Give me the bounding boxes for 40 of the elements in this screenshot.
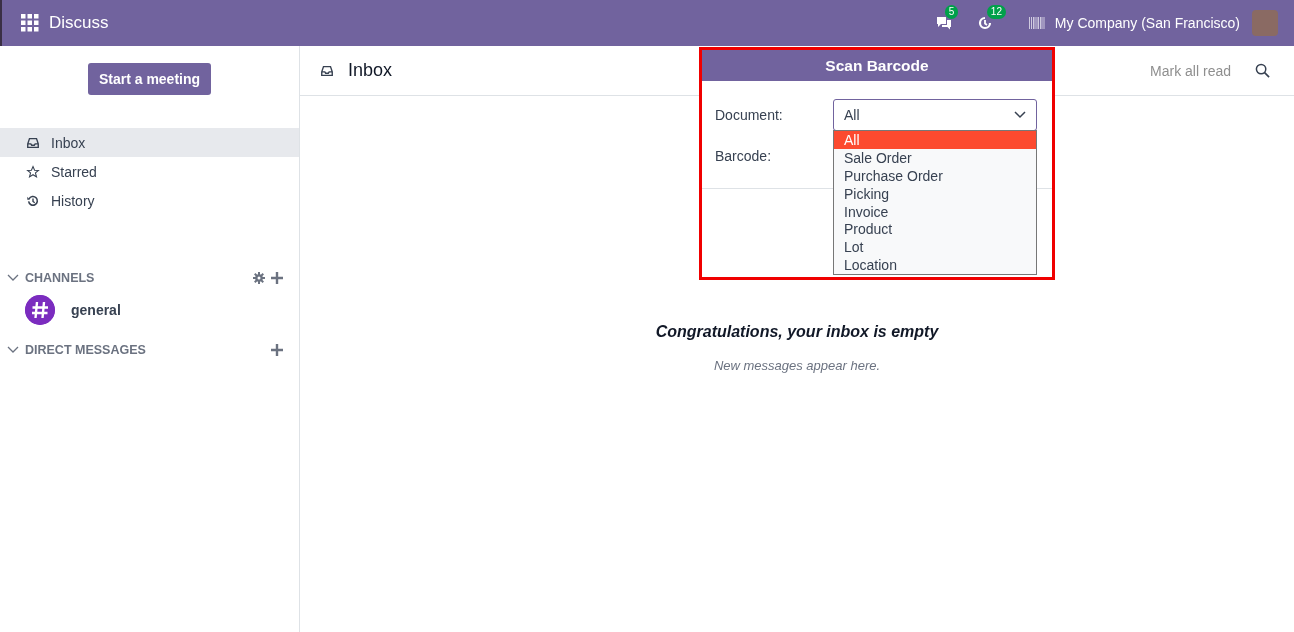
empty-subtitle: New messages appear here. — [713, 358, 881, 373]
barcode-icon[interactable] — [1028, 17, 1045, 29]
chevron-down-icon[interactable] — [7, 346, 19, 354]
company-switcher[interactable]: My Company (San Francisco) — [1054, 15, 1240, 31]
clock-icon[interactable] — [976, 15, 993, 31]
settings-icon[interactable] — [253, 272, 265, 284]
field-label: Document: — [715, 107, 784, 123]
plus-icon[interactable] — [271, 272, 283, 284]
plus-icon[interactable] — [271, 344, 283, 356]
chevron-down-icon — [1014, 111, 1026, 119]
search-icon[interactable] — [1255, 63, 1270, 78]
sidebar-item[interactable]: History — [0, 186, 299, 215]
sidebar-item[interactable]: Starred — [0, 157, 299, 186]
empty-title: Congratulations, your inbox is empty — [655, 323, 939, 341]
channel-item[interactable]: general — [0, 290, 299, 330]
dropdown-option[interactable]: Picking — [834, 184, 1036, 203]
app-name: Discuss — [49, 13, 109, 33]
dropdown-option[interactable]: Lot — [834, 238, 1036, 257]
start-meeting-button[interactable]: Start a meeting — [87, 63, 212, 95]
chevron-down-icon[interactable] — [7, 274, 19, 282]
page-title: Inbox — [348, 60, 393, 81]
channels-header[interactable]: CHANNELS — [25, 271, 253, 285]
inbox-icon — [26, 135, 40, 150]
dropdown-option[interactable]: Location — [834, 256, 1036, 275]
app-grid-icon[interactable] — [21, 14, 39, 32]
dialog-title: Scan Barcode — [702, 50, 1052, 81]
star-icon — [26, 164, 40, 179]
dropdown-option[interactable]: Purchase Order — [834, 166, 1036, 185]
inbox-icon — [320, 63, 334, 78]
field-label: Barcode: — [715, 148, 773, 164]
history-icon — [26, 193, 40, 208]
dropdown-option[interactable]: Invoice — [834, 202, 1036, 221]
hashtag-icon — [25, 295, 55, 325]
chat-icon[interactable] — [934, 15, 953, 31]
sidebar-item[interactable]: Inbox — [0, 128, 299, 157]
activity-count-badge: 12 — [986, 5, 1006, 19]
message-count-badge: 5 — [944, 5, 959, 19]
direct-messages-header[interactable]: DIRECT MESSAGES — [25, 343, 271, 357]
dropdown-option[interactable]: Product — [834, 220, 1036, 239]
dropdown-option[interactable]: Sale Order — [834, 148, 1036, 167]
